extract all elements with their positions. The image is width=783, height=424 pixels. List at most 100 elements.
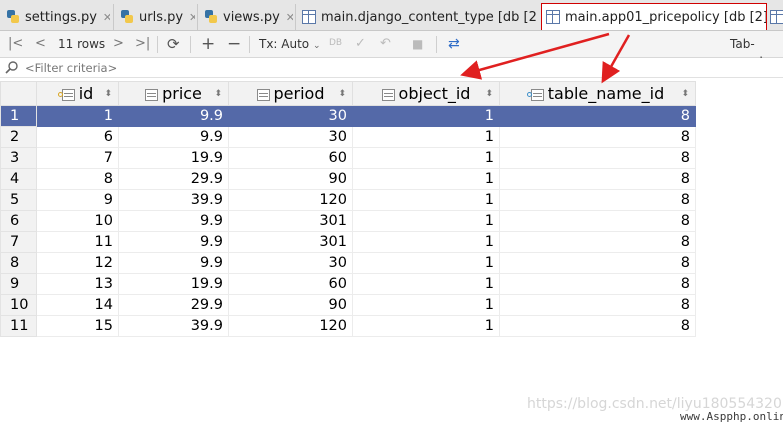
next-page-button[interactable]: >	[113, 35, 124, 53]
tx-mode-dropdown[interactable]: Tx: Auto ⌄	[259, 35, 321, 53]
grid-corner[interactable]	[0, 81, 37, 106]
cell-table-name-id[interactable]: 8	[499, 126, 696, 148]
cell-object-id[interactable]: 1	[352, 105, 500, 127]
sort-icon[interactable]: ⬍	[104, 89, 112, 99]
cell-table-name-id[interactable]: 8	[499, 231, 696, 253]
table-row[interactable]: 1 1 9.9 30 1 8	[0, 105, 696, 127]
column-header-object-id[interactable]: object_id ⬍	[352, 81, 500, 106]
last-page-button[interactable]: >|	[135, 35, 150, 53]
cell-object-id[interactable]: 1	[352, 294, 500, 316]
cell-id[interactable]: 9	[36, 189, 119, 211]
close-icon[interactable]: ✕	[103, 11, 110, 24]
row-number[interactable]: 3	[0, 147, 37, 169]
first-page-button[interactable]: |<	[8, 35, 23, 53]
refresh-icon[interactable]: ⟳	[167, 35, 180, 53]
cell-price[interactable]: 19.9	[118, 273, 229, 295]
cell-table-name-id[interactable]: 8	[499, 189, 696, 211]
cell-price[interactable]: 9.9	[118, 210, 229, 232]
cell-price[interactable]: 39.9	[118, 189, 229, 211]
table-row[interactable]: 7 11 9.9 301 1 8	[0, 231, 696, 253]
cell-period[interactable]: 301	[228, 231, 353, 253]
cell-table-name-id[interactable]: 8	[499, 210, 696, 232]
add-row-icon[interactable]: +	[201, 35, 215, 53]
sort-icon[interactable]: ⬍	[338, 89, 346, 99]
cell-id[interactable]: 1	[36, 105, 119, 127]
row-number[interactable]: 10	[0, 294, 37, 316]
cell-period[interactable]: 60	[228, 147, 353, 169]
cell-id[interactable]: 14	[36, 294, 119, 316]
table-row[interactable]: 8 12 9.9 30 1 8	[0, 252, 696, 274]
table-row[interactable]: 9 13 19.9 60 1 8	[0, 273, 696, 295]
cell-period[interactable]: 30	[228, 252, 353, 274]
cell-id[interactable]: 12	[36, 252, 119, 274]
previous-page-button[interactable]: <	[35, 35, 46, 53]
row-count-label[interactable]: 11 rows	[58, 35, 105, 53]
cell-price[interactable]: 29.9	[118, 294, 229, 316]
cell-period[interactable]: 120	[228, 315, 353, 337]
close-icon[interactable]: ✕	[286, 11, 293, 24]
cell-table-name-id[interactable]: 8	[499, 252, 696, 274]
row-number[interactable]: 7	[0, 231, 37, 253]
filter-bar[interactable]: <Filter criteria>	[0, 58, 783, 78]
cell-price[interactable]: 9.9	[118, 231, 229, 253]
cell-object-id[interactable]: 1	[352, 252, 500, 274]
sort-icon[interactable]: ⬍	[485, 89, 493, 99]
tab-overflow[interactable]	[770, 4, 783, 30]
cell-price[interactable]: 29.9	[118, 168, 229, 190]
cell-id[interactable]: 10	[36, 210, 119, 232]
cell-table-name-id[interactable]: 8	[499, 105, 696, 127]
tab-app01-pricepolicy[interactable]: main.app01_pricepolicy [db [2]] ✕	[541, 3, 767, 30]
table-row[interactable]: 3 7 19.9 60 1 8	[0, 147, 696, 169]
row-number[interactable]: 4	[0, 168, 37, 190]
row-number[interactable]: 11	[0, 315, 37, 337]
table-row[interactable]: 4 8 29.9 90 1 8	[0, 168, 696, 190]
row-number[interactable]: 6	[0, 210, 37, 232]
cell-period[interactable]: 90	[228, 294, 353, 316]
cell-object-id[interactable]: 1	[352, 315, 500, 337]
cell-id[interactable]: 11	[36, 231, 119, 253]
cell-price[interactable]: 9.9	[118, 126, 229, 148]
stop-icon[interactable]: ■	[412, 35, 423, 53]
tab-urls-py[interactable]: urls.py ✕	[113, 4, 195, 30]
tab-settings-py[interactable]: settings.py ✕	[6, 4, 110, 30]
delete-row-icon[interactable]: −	[227, 35, 241, 53]
tab-separated-format[interactable]: Tab-se...d	[730, 35, 783, 69]
cell-id[interactable]: 8	[36, 168, 119, 190]
cell-table-name-id[interactable]: 8	[499, 147, 696, 169]
cell-table-name-id[interactable]: 8	[499, 315, 696, 337]
sort-icon[interactable]: ⬍	[681, 89, 689, 99]
close-icon[interactable]: ✕	[189, 11, 195, 24]
cell-table-name-id[interactable]: 8	[499, 294, 696, 316]
row-number[interactable]: 1	[0, 105, 37, 127]
tab-views-py[interactable]: views.py ✕	[197, 4, 293, 30]
cell-object-id[interactable]: 1	[352, 273, 500, 295]
filter-criteria-input[interactable]: <Filter criteria>	[25, 61, 117, 75]
cell-period[interactable]: 90	[228, 168, 353, 190]
cell-id[interactable]: 15	[36, 315, 119, 337]
table-row[interactable]: 2 6 9.9 30 1 8	[0, 126, 696, 148]
cell-period[interactable]: 30	[228, 126, 353, 148]
cell-object-id[interactable]: 1	[352, 189, 500, 211]
row-number[interactable]: 5	[0, 189, 37, 211]
cell-object-id[interactable]: 1	[352, 147, 500, 169]
submit-icon[interactable]: ✓	[355, 35, 366, 53]
cell-id[interactable]: 7	[36, 147, 119, 169]
cell-id[interactable]: 6	[36, 126, 119, 148]
cell-period[interactable]: 30	[228, 105, 353, 127]
table-row[interactable]: 6 10 9.9 301 1 8	[0, 210, 696, 232]
column-header-price[interactable]: price ⬍	[118, 81, 229, 106]
cell-price[interactable]: 9.9	[118, 105, 229, 127]
cell-id[interactable]: 13	[36, 273, 119, 295]
cell-table-name-id[interactable]: 8	[499, 273, 696, 295]
cell-price[interactable]: 19.9	[118, 147, 229, 169]
table-row[interactable]: 10 14 29.9 90 1 8	[0, 294, 696, 316]
row-number[interactable]: 8	[0, 252, 37, 274]
cell-object-id[interactable]: 1	[352, 210, 500, 232]
table-row[interactable]: 11 15 39.9 120 1 8	[0, 315, 696, 337]
cell-price[interactable]: 9.9	[118, 252, 229, 274]
cell-price[interactable]: 39.9	[118, 315, 229, 337]
cell-object-id[interactable]: 1	[352, 126, 500, 148]
cell-object-id[interactable]: 1	[352, 231, 500, 253]
db-commit-icon[interactable]: DB	[329, 34, 342, 52]
sort-icon[interactable]: ⬍	[214, 89, 222, 99]
